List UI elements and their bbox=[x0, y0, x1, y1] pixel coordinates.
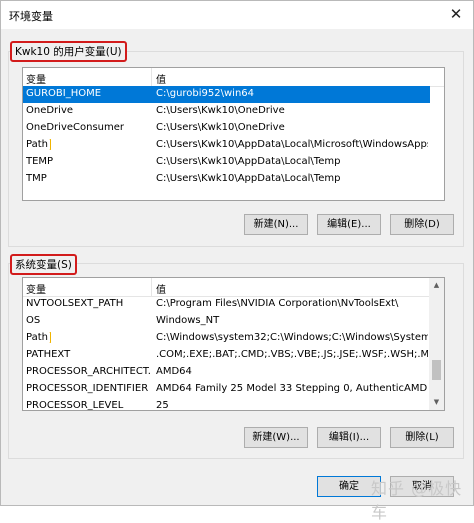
path-highlight: Path bbox=[26, 332, 51, 343]
scroll-up-icon[interactable]: ▲ bbox=[429, 278, 444, 293]
table-row[interactable]: PROCESSOR_ARCHITECT... AMD64 bbox=[23, 364, 430, 381]
column-header-variable[interactable]: 变量 bbox=[26, 71, 46, 86]
user-delete-button[interactable]: 删除(D) bbox=[390, 214, 454, 235]
row-variable-name: Path bbox=[26, 139, 150, 150]
user-new-button[interactable]: 新建(N)... bbox=[244, 214, 308, 235]
row-variable-value: C:\Users\Kwk10\AppData\Local\Temp bbox=[156, 156, 341, 167]
row-variable-value: C:\Users\Kwk10\OneDrive bbox=[156, 105, 285, 116]
scroll-down-icon[interactable]: ▼ bbox=[429, 395, 444, 410]
table-row[interactable]: OneDriveConsumer C:\Users\Kwk10\OneDrive bbox=[23, 120, 430, 137]
table-row[interactable]: TEMP C:\Users\Kwk10\AppData\Local\Temp bbox=[23, 154, 430, 171]
row-variable-name: PROCESSOR_LEVEL bbox=[26, 400, 124, 411]
row-variable-value: C:\gurobi952\win64 bbox=[156, 88, 255, 99]
user-variables-list[interactable]: 变量 值 GUROBI_HOME C:\gurobi952\win64 OneD… bbox=[22, 67, 445, 201]
system-delete-button[interactable]: 删除(L) bbox=[390, 427, 454, 448]
row-variable-name: PATHEXT bbox=[26, 349, 71, 360]
row-variable-name: TEMP bbox=[26, 156, 54, 167]
table-row[interactable]: TMP C:\Users\Kwk10\AppData\Local\Temp bbox=[23, 171, 430, 188]
row-variable-value: AMD64 bbox=[156, 366, 192, 377]
system-new-button[interactable]: 新建(W)... bbox=[244, 427, 308, 448]
row-variable-value: C:\Users\Kwk10\AppData\Local\Microsoft\W… bbox=[156, 139, 428, 150]
table-row[interactable]: NVTOOLSEXT_PATH C:\Program Files\NVIDIA … bbox=[23, 296, 430, 313]
row-variable-name: OneDrive bbox=[26, 105, 74, 116]
table-row[interactable]: Path C:\Users\Kwk10\AppData\Local\Micros… bbox=[23, 137, 430, 154]
user-edit-button[interactable]: 编辑(E)... bbox=[317, 214, 381, 235]
window-title: 环境变量 bbox=[9, 10, 53, 23]
scroll-thumb[interactable] bbox=[432, 360, 441, 380]
watermark: 知乎 @极快车 bbox=[371, 479, 463, 522]
row-variable-value: C:\Users\Kwk10\OneDrive bbox=[156, 122, 285, 133]
environment-variables-dialog: 环境变量 ✕ Kwk10 的用户变量(U) 变量 值 GUROBI_HOME C… bbox=[0, 0, 474, 522]
close-icon[interactable]: ✕ bbox=[447, 5, 465, 23]
column-header-value[interactable]: 值 bbox=[156, 71, 166, 86]
system-variables-list[interactable]: 变量 值 NVTOOLSEXT_PATH C:\Program Files\NV… bbox=[22, 277, 445, 411]
title-bar: 环境变量 ✕ bbox=[1, 1, 473, 29]
list-header: 变量 值 bbox=[23, 278, 444, 297]
row-variable-value: .COM;.EXE;.BAT;.CMD;.VBS;.VBE;.JS;.JSE;.… bbox=[156, 349, 428, 360]
row-variable-name: NVTOOLSEXT_PATH bbox=[26, 298, 124, 309]
table-row[interactable]: PROCESSOR_LEVEL 25 bbox=[23, 398, 430, 411]
row-variable-name: OS bbox=[26, 315, 41, 326]
user-variables-label: Kwk10 的用户变量(U) bbox=[10, 41, 127, 62]
table-row[interactable]: OneDrive C:\Users\Kwk10\OneDrive bbox=[23, 103, 430, 120]
row-variable-name: PROCESSOR_IDENTIFIER bbox=[26, 383, 149, 394]
row-variable-value: C:\Program Files\NVIDIA Corporation\NvTo… bbox=[156, 298, 399, 309]
row-variable-name: TMP bbox=[26, 173, 47, 184]
row-variable-value: C:\Windows\system32;C:\Windows;C:\Window… bbox=[156, 332, 428, 343]
table-row[interactable]: Path C:\Windows\system32;C:\Windows;C:\W… bbox=[23, 330, 430, 347]
row-variable-value: Windows_NT bbox=[156, 315, 220, 326]
row-variable-name: Path bbox=[26, 332, 150, 343]
row-variable-value: C:\Users\Kwk10\AppData\Local\Temp bbox=[156, 173, 341, 184]
path-highlight: Path bbox=[26, 139, 51, 150]
row-variable-name: OneDriveConsumer bbox=[26, 122, 125, 133]
row-variable-name: GUROBI_HOME bbox=[26, 88, 102, 99]
row-variable-value: 25 bbox=[156, 400, 169, 411]
row-variable-value: AMD64 Family 25 Model 33 Stepping 0, Aut… bbox=[156, 383, 428, 394]
system-edit-button[interactable]: 编辑(I)... bbox=[317, 427, 381, 448]
table-row[interactable]: OS Windows_NT bbox=[23, 313, 430, 330]
vertical-scrollbar[interactable]: ▲ ▼ bbox=[429, 278, 444, 410]
column-header-value[interactable]: 值 bbox=[156, 281, 166, 296]
table-row[interactable]: PATHEXT .COM;.EXE;.BAT;.CMD;.VBS;.VBE;.J… bbox=[23, 347, 430, 364]
table-row[interactable]: PROCESSOR_IDENTIFIER AMD64 Family 25 Mod… bbox=[23, 381, 430, 398]
table-row[interactable]: GUROBI_HOME C:\gurobi952\win64 bbox=[23, 86, 430, 103]
row-variable-name: PROCESSOR_ARCHITECT... bbox=[26, 366, 150, 377]
column-header-variable[interactable]: 变量 bbox=[26, 281, 46, 296]
system-variables-label: 系统变量(S) bbox=[10, 254, 77, 275]
list-header: 变量 值 bbox=[23, 68, 444, 87]
